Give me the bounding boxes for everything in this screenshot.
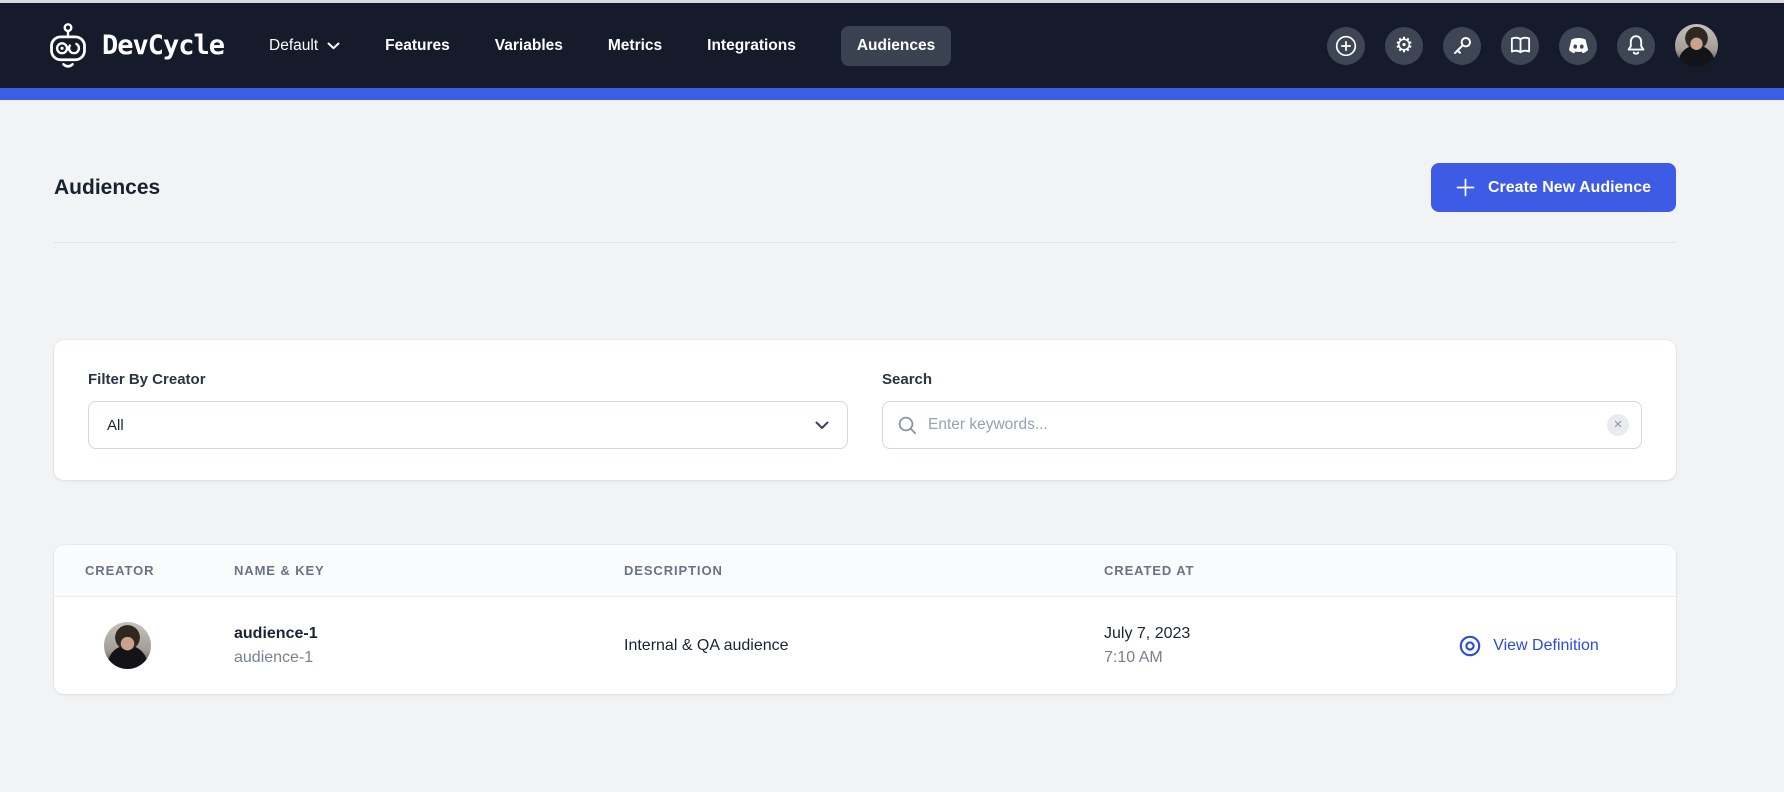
creator-filter-select[interactable]: All	[88, 401, 848, 449]
page-title: Audiences	[54, 176, 160, 200]
audiences-table: Creator Name & Key Description Created A…	[54, 545, 1676, 694]
creator-filter-value: All	[107, 417, 124, 434]
clear-search-button[interactable]: ✕	[1607, 414, 1629, 436]
header-divider	[54, 242, 1676, 243]
project-selector[interactable]: Default	[269, 37, 340, 55]
main-content: Audiences Create New Audience Filter By …	[54, 163, 1676, 694]
table-header: Creator Name & Key Description Created A…	[54, 545, 1676, 597]
plus-circle-icon	[1334, 34, 1358, 58]
view-definition-link[interactable]: View Definition	[1457, 633, 1599, 659]
bell-icon	[1625, 34, 1647, 57]
key-icon	[1451, 35, 1473, 57]
column-header-created-at: Created At	[1104, 563, 1380, 578]
chevron-down-icon	[327, 42, 340, 50]
discord-button[interactable]	[1559, 27, 1597, 65]
column-header-name-key: Name & Key	[234, 563, 624, 578]
filter-card: Filter By Creator All Search ✕	[54, 340, 1676, 480]
audience-name: audience-1	[234, 622, 624, 646]
creator-avatar	[104, 622, 151, 669]
created-at-cell: July 7, 2023 7:10 AM	[1104, 622, 1380, 670]
notifications-button[interactable]	[1617, 27, 1655, 65]
search-icon	[897, 415, 918, 436]
gear-icon: ⚙	[1395, 35, 1414, 56]
search-input[interactable]	[928, 416, 1597, 434]
created-date: July 7, 2023	[1104, 622, 1380, 646]
name-key-cell: audience-1 audience-1	[234, 622, 624, 670]
column-header-creator: Creator	[54, 563, 234, 578]
togglebot-robot-icon	[46, 21, 90, 71]
search-box: ✕	[882, 401, 1642, 449]
chevron-down-icon	[815, 421, 829, 430]
nav-item-audiences[interactable]: Audiences	[841, 26, 951, 66]
table-row: audience-1 audience-1 Internal & QA audi…	[54, 597, 1676, 694]
search-label: Search	[882, 371, 1642, 388]
open-book-icon	[1509, 35, 1532, 56]
plus-icon	[1456, 178, 1475, 197]
column-header-description: Description	[624, 563, 1104, 578]
accent-bar	[0, 88, 1784, 100]
creator-cell	[54, 622, 234, 669]
user-avatar[interactable]	[1675, 24, 1718, 67]
created-time: 7:10 AM	[1104, 646, 1380, 670]
eye-icon	[1457, 633, 1483, 659]
create-new-audience-button[interactable]: Create New Audience	[1431, 163, 1676, 212]
add-circle-button[interactable]	[1327, 27, 1365, 65]
discord-icon	[1567, 37, 1590, 55]
nav-item-variables[interactable]: Variables	[495, 37, 563, 55]
nav-item-features[interactable]: Features	[385, 37, 450, 55]
nav-item-integrations[interactable]: Integrations	[707, 37, 796, 55]
devcycle-logo[interactable]: DevCycle	[46, 21, 224, 71]
nav-item-metrics[interactable]: Metrics	[608, 37, 662, 55]
settings-button[interactable]: ⚙	[1385, 27, 1423, 65]
documentation-button[interactable]	[1501, 27, 1539, 65]
brand-name: DevCycle	[102, 30, 224, 61]
audience-key: audience-1	[234, 646, 624, 670]
close-icon: ✕	[1613, 420, 1622, 431]
creator-filter-label: Filter By Creator	[88, 371, 848, 388]
api-keys-button[interactable]	[1443, 27, 1481, 65]
description-cell: Internal & QA audience	[624, 637, 1104, 655]
actions-cell: View Definition	[1380, 633, 1676, 659]
top-navbar: DevCycle Default Features Variables Metr…	[0, 3, 1784, 88]
